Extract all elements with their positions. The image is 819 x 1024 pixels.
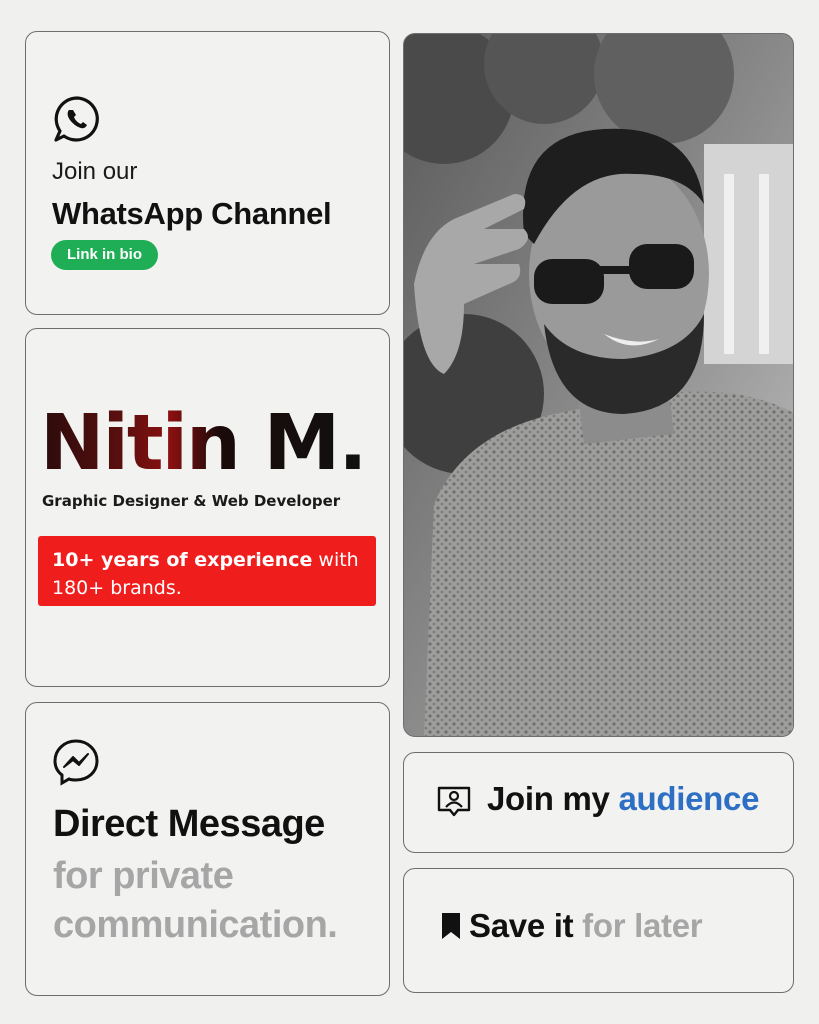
audience-highlight: audience: [618, 780, 760, 817]
portrait-photo: [403, 33, 794, 737]
whatsapp-title: WhatsApp Channel: [52, 196, 332, 231]
direct-message-subtitle-1: for private: [53, 855, 234, 897]
direct-message-subtitle-2: communication.: [53, 904, 338, 946]
profile-role: Graphic Designer & Web Developer: [42, 492, 341, 510]
messenger-icon: [53, 739, 99, 786]
experience-banner: 10+ years of experience with 180+ brands…: [38, 536, 376, 606]
bookmark-icon: [442, 913, 460, 939]
experience-highlight: 10+ years of experience: [52, 549, 313, 571]
save-text: Save it for later: [469, 907, 703, 945]
whatsapp-icon: [54, 96, 99, 142]
audience-prefix: Join my: [487, 780, 619, 817]
direct-message-title: Direct Message: [53, 803, 325, 845]
audience-icon: [437, 786, 471, 817]
save-rest: for later: [573, 907, 703, 944]
profile-name: Nitin M.: [40, 399, 368, 488]
save-bold: Save it: [469, 907, 574, 944]
whatsapp-intro: Join our: [52, 158, 138, 185]
link-in-bio-badge[interactable]: Link in bio: [51, 240, 158, 270]
portrait-illustration: [404, 34, 793, 736]
join-audience-text: Join my audience: [487, 780, 759, 818]
